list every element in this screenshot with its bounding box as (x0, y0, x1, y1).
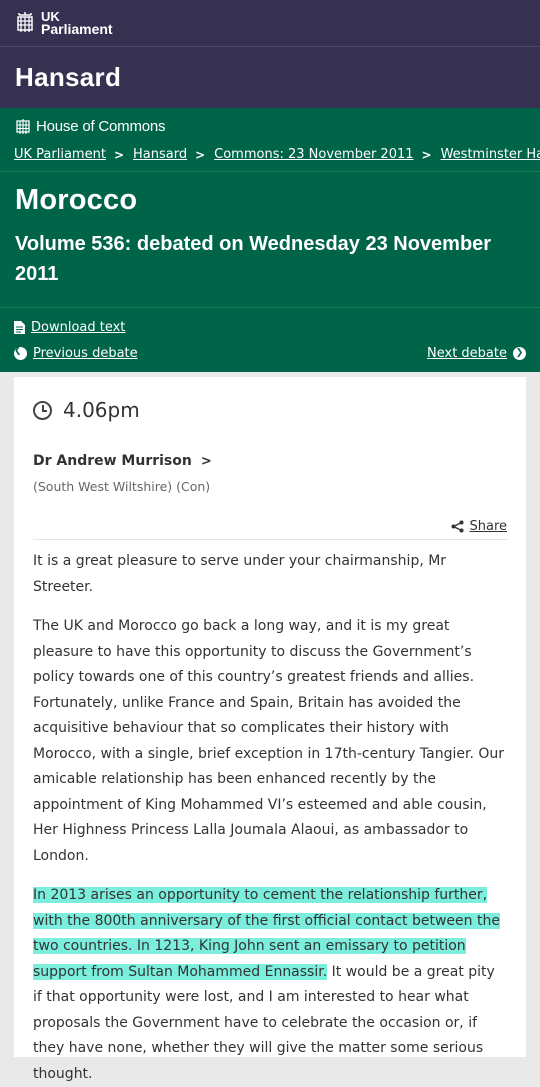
breadcrumb-hansard[interactable]: Hansard (133, 147, 187, 162)
breadcrumb-commons-date[interactable]: Commons: 23 November 2011 (214, 147, 413, 162)
debate-title-block: Morocco Volume 536: debated on Wednesday… (0, 172, 540, 308)
house-name: House of Commons (36, 117, 166, 135)
breadcrumb-uk-parliament[interactable]: UK Parliament (14, 147, 106, 162)
share-icon (451, 520, 464, 533)
share-link[interactable]: Share (469, 519, 507, 534)
site-header: UK Parliament Hansard (0, 0, 540, 108)
previous-debate[interactable]: ❮ Previous debate (14, 346, 138, 361)
next-debate[interactable]: Next debate ❯ (427, 346, 526, 361)
download-text-link[interactable]: Download text (31, 320, 125, 335)
contribution-card: 4.06pm Dr Andrew Murrison > (South West … (14, 377, 526, 1082)
breadcrumb-westminster-hall[interactable]: Westminster Hall (441, 147, 540, 162)
document-icon (14, 320, 25, 334)
debate-header: House of Commons UK Parliament > Hansard… (0, 108, 540, 372)
contribution-time: 4.06pm (33, 377, 507, 443)
breadcrumb: UK Parliament > Hansard > Commons: 23 No… (0, 138, 540, 172)
debate-tools: Download text ❮ Previous debate Next deb… (0, 308, 540, 372)
chevron-right-icon: > (113, 147, 124, 162)
debate-nav-row: ❮ Previous debate Next debate ❯ (14, 340, 526, 366)
paragraph-3: In 2013 arises an opportunity to cement … (33, 883, 507, 1087)
portcullis-icon (17, 12, 33, 32)
paragraph-3-rest: It would be a great pity if that opportu… (33, 963, 495, 1082)
paragraph-2: The UK and Morocco go back a long way, a… (33, 618, 505, 864)
speaker-label: Dr Andrew Murrison (33, 453, 192, 469)
hansard-bar: Hansard (0, 47, 540, 108)
house-label[interactable]: House of Commons (0, 108, 540, 138)
portcullis-icon (16, 118, 30, 134)
chevron-right-icon: > (200, 453, 212, 469)
debate-subtitle: Volume 536: debated on Wednesday 23 Nove… (15, 233, 492, 285)
uk-parliament-brand[interactable]: UK Parliament (0, 0, 540, 47)
next-debate-link[interactable]: Next debate (427, 346, 507, 361)
brand-line2: Parliament (41, 21, 113, 37)
share-row: Share (33, 518, 507, 540)
download-row: Download text (14, 314, 526, 340)
chevron-right-icon: > (421, 147, 432, 162)
speaker-constituency: (South West Wiltshire) (Con) (33, 479, 211, 494)
clock-icon (33, 400, 52, 420)
debate-title: Morocco (15, 184, 138, 216)
chevron-right-icon: > (195, 147, 206, 162)
brand-text: UK Parliament (41, 10, 113, 36)
paragraph-1: It is a great pleasure to serve under yo… (33, 553, 447, 595)
time-value: 4.06pm (63, 398, 140, 422)
arrow-left-circle-icon: ❮ (14, 346, 27, 360)
previous-debate-link[interactable]: Previous debate (33, 346, 138, 361)
arrow-right-circle-icon: ❯ (513, 346, 526, 360)
speaker-name[interactable]: Dr Andrew Murrison > (33, 453, 507, 469)
section-title[interactable]: Hansard (15, 62, 121, 93)
